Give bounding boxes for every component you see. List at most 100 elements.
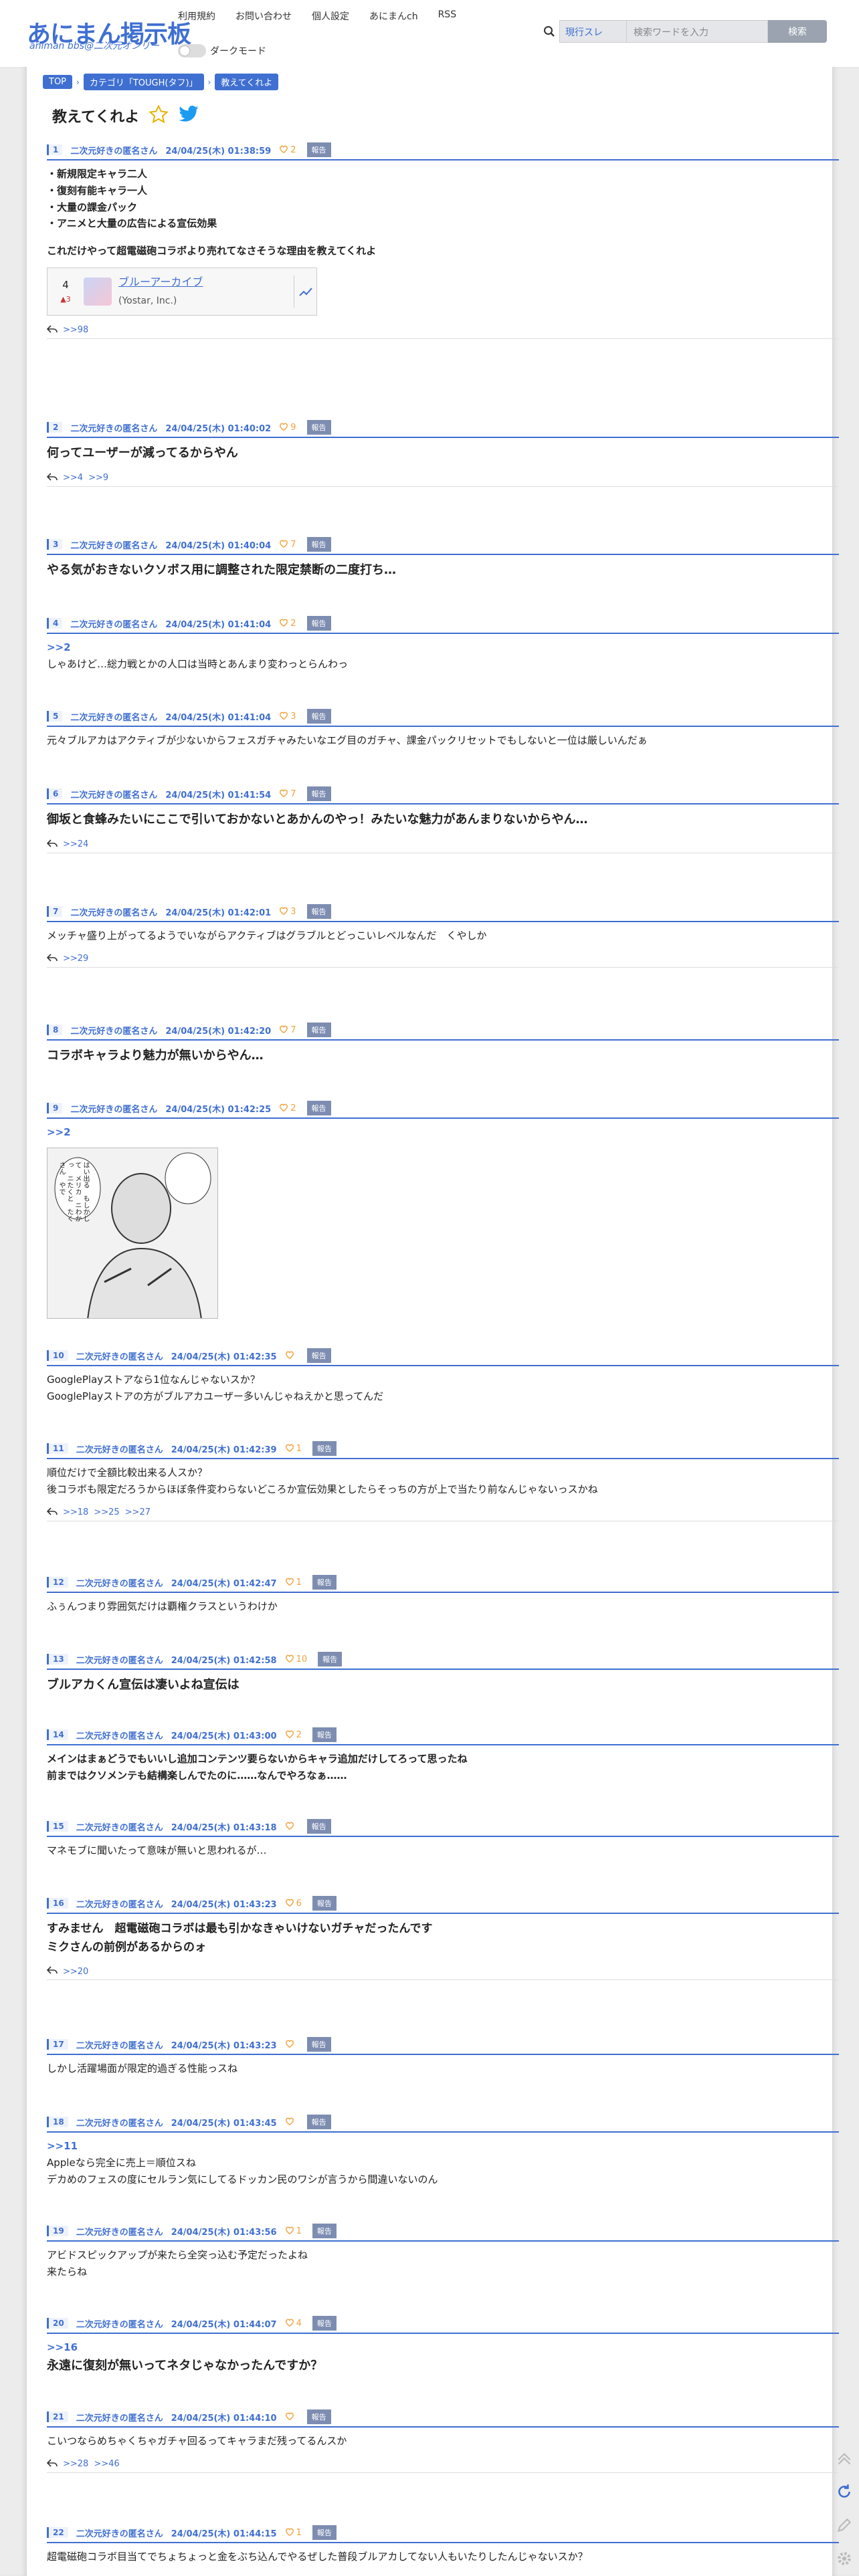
reply-anchor-link[interactable]: >>2 xyxy=(47,1124,839,1141)
edit-icon[interactable] xyxy=(834,2514,855,2536)
reply-link[interactable]: >>4 xyxy=(63,473,83,483)
report-button[interactable]: 報告 xyxy=(306,2409,331,2424)
like-button[interactable]: 3 xyxy=(279,711,296,722)
report-button[interactable]: 報告 xyxy=(306,786,331,801)
report-button[interactable]: 報告 xyxy=(306,142,331,157)
report-button[interactable]: 報告 xyxy=(312,1727,337,1742)
post-number-link[interactable]: 14 xyxy=(47,1729,68,1740)
post-number-link[interactable]: 17 xyxy=(47,2039,68,2050)
report-button[interactable]: 報告 xyxy=(306,1819,331,1834)
reply-link[interactable]: >>25 xyxy=(94,1507,119,1517)
report-button[interactable]: 報告 xyxy=(306,616,331,631)
like-button[interactable]: 7 xyxy=(279,788,296,800)
settings-gear-icon[interactable] xyxy=(834,2548,855,2569)
like-button[interactable]: 7 xyxy=(279,539,296,550)
report-button[interactable]: 報告 xyxy=(306,420,331,435)
reply-anchor-link[interactable]: >>2 xyxy=(47,639,839,656)
trend-chart-icon[interactable] xyxy=(294,275,316,308)
reply-link[interactable]: >>46 xyxy=(94,2459,119,2469)
report-button[interactable]: 報告 xyxy=(306,2037,331,2052)
report-button[interactable]: 報告 xyxy=(312,1441,337,1456)
post-number-link[interactable]: 1 xyxy=(47,144,63,155)
post-number-link[interactable]: 5 xyxy=(47,711,63,722)
report-button[interactable]: 報告 xyxy=(306,537,331,552)
report-button[interactable]: 報告 xyxy=(318,1652,343,1667)
reply-link[interactable]: >>28 xyxy=(63,2459,88,2469)
like-button[interactable]: 10 xyxy=(285,1654,307,1665)
breadcrumb-top[interactable]: TOP xyxy=(43,75,73,89)
like-button[interactable]: 1 xyxy=(285,1443,302,1455)
like-button[interactable]: 7 xyxy=(279,1025,296,1036)
nav-terms[interactable]: 利用規約 xyxy=(178,9,215,23)
report-button[interactable]: 報告 xyxy=(312,2525,337,2540)
reply-link[interactable]: >>18 xyxy=(63,1507,88,1517)
report-button[interactable]: 報告 xyxy=(306,709,331,724)
twitter-icon[interactable] xyxy=(178,105,199,126)
like-button[interactable]: 4 xyxy=(285,2318,302,2329)
post-number-link[interactable]: 18 xyxy=(47,2117,68,2127)
post-number-link[interactable]: 11 xyxy=(47,1443,68,1454)
post-number-link[interactable]: 9 xyxy=(47,1103,63,1113)
post-number-link[interactable]: 15 xyxy=(47,1821,68,1832)
breadcrumb-current[interactable]: 教えてくれよ xyxy=(215,74,279,90)
reply-link[interactable]: >>20 xyxy=(63,1967,88,1977)
report-button[interactable]: 報告 xyxy=(312,1575,337,1590)
like-button[interactable]: 9 xyxy=(279,422,296,433)
star-icon[interactable] xyxy=(149,104,169,127)
post-number-link[interactable]: 20 xyxy=(47,2318,68,2329)
search-button[interactable]: 検索 xyxy=(768,20,827,43)
post-number-link[interactable]: 2 xyxy=(47,422,63,433)
report-button[interactable]: 報告 xyxy=(306,1101,331,1115)
report-button[interactable]: 報告 xyxy=(312,1896,337,1911)
report-button[interactable]: 報告 xyxy=(306,2115,331,2129)
post-number-link[interactable]: 4 xyxy=(47,618,63,629)
reply-link[interactable]: >>27 xyxy=(125,1507,151,1517)
scroll-top-icon[interactable] xyxy=(834,2448,855,2469)
like-button[interactable] xyxy=(285,2039,296,2050)
post-number-link[interactable]: 13 xyxy=(47,1654,68,1665)
nav-animanch[interactable]: あにまんch xyxy=(369,9,418,23)
like-button[interactable]: 1 xyxy=(285,2527,302,2539)
game-title-link[interactable]: ブルーアーカイブ xyxy=(118,276,203,288)
reply-link[interactable]: >>98 xyxy=(63,325,88,335)
reply-anchor-link[interactable]: >>16 xyxy=(47,2339,839,2356)
post-number-link[interactable]: 7 xyxy=(47,906,63,917)
post-number-link[interactable]: 12 xyxy=(47,1577,68,1588)
nav-contact[interactable]: お問い合わせ xyxy=(235,9,292,23)
search-input[interactable]: 検索ワードを入力 xyxy=(626,20,768,43)
dark-mode-toggle[interactable] xyxy=(178,44,206,58)
post-number-link[interactable]: 16 xyxy=(47,1898,68,1909)
post-number-link[interactable]: 3 xyxy=(47,539,63,550)
search-scope-select[interactable]: 現行スレ xyxy=(559,20,626,43)
reload-icon[interactable] xyxy=(834,2481,855,2502)
like-button[interactable] xyxy=(285,1821,296,1832)
post-number-link[interactable]: 6 xyxy=(47,788,63,799)
like-button[interactable]: 6 xyxy=(285,1898,302,1909)
reply-link[interactable]: >>24 xyxy=(63,839,88,849)
post-number-link[interactable]: 8 xyxy=(47,1025,63,1035)
like-button[interactable] xyxy=(285,2117,296,2128)
like-button[interactable]: 2 xyxy=(279,144,296,156)
like-button[interactable] xyxy=(285,1350,296,1362)
post-number-link[interactable]: 19 xyxy=(47,2226,68,2236)
post-number-link[interactable]: 22 xyxy=(47,2527,68,2538)
like-button[interactable]: 2 xyxy=(279,618,296,629)
post-number-link[interactable]: 21 xyxy=(47,2411,68,2422)
reply-link[interactable]: >>9 xyxy=(88,473,108,483)
report-button[interactable]: 報告 xyxy=(306,904,331,919)
post-number-link[interactable]: 10 xyxy=(47,1350,68,1361)
like-button[interactable]: 3 xyxy=(279,906,296,918)
report-button[interactable]: 報告 xyxy=(312,2316,337,2331)
like-button[interactable]: 2 xyxy=(285,1729,302,1741)
reply-anchor-link[interactable]: >>11 xyxy=(47,2138,839,2155)
manga-panel-image[interactable]: はい出る もしかして メリカ ニわかっ ニたくと たくさん やで xyxy=(47,1147,218,1319)
like-button[interactable]: 1 xyxy=(285,1577,302,1588)
reply-link[interactable]: >>29 xyxy=(63,954,88,964)
nav-settings[interactable]: 個人設定 xyxy=(312,9,349,23)
report-button[interactable]: 報告 xyxy=(312,2224,337,2238)
game-ranking-card[interactable]: 4 ▲3 ブルーアーカイブ (Yostar, Inc.) xyxy=(47,267,317,316)
report-button[interactable]: 報告 xyxy=(306,1348,331,1363)
like-button[interactable]: 2 xyxy=(279,1103,296,1114)
like-button[interactable] xyxy=(285,2411,296,2423)
breadcrumb-category[interactable]: カテゴリ「TOUGH(タフ)」 xyxy=(83,74,204,90)
